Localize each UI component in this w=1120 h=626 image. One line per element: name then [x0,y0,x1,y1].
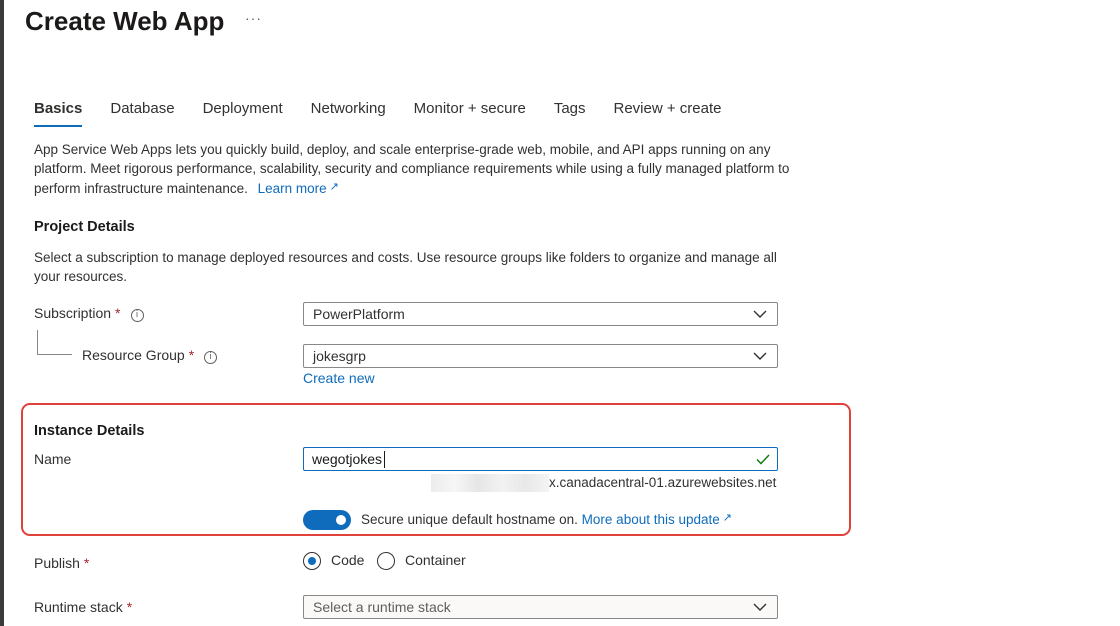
info-icon[interactable]: i [204,351,218,364]
publish-code-label[interactable]: Code [331,552,364,568]
project-details-heading: Project Details [34,219,135,235]
tab-monitor-secure[interactable]: Monitor + secure [414,99,526,129]
tab-deployment[interactable]: Deployment [203,99,283,129]
redacted-hostname-prefix [431,474,549,492]
required-marker: * [188,347,195,363]
more-options-button[interactable]: ··· [245,10,262,26]
more-about-update-link[interactable]: More about this update ↗︎ [582,512,732,527]
runtime-stack-dropdown[interactable]: Select a runtime stack [303,595,778,619]
intro-text: App Service Web Apps lets you quickly bu… [34,142,790,196]
learn-more-label: Learn more [257,181,327,196]
hostname-suffix: x.canadacentral-01.azurewebsites.net [549,475,777,490]
tree-connector [37,354,72,355]
chevron-down-icon [753,310,767,318]
tree-connector [37,330,38,354]
more-about-update-label: More about this update [581,512,720,527]
required-marker: * [83,555,90,571]
radio-dot [308,557,316,565]
window-edge [0,0,4,626]
subscription-value: PowerPlatform [313,306,405,322]
tab-basics[interactable]: Basics [34,99,83,129]
publish-label: Publish * [34,555,89,571]
chevron-down-icon [753,603,767,611]
tab-tags[interactable]: Tags [554,99,586,129]
required-marker: * [115,305,121,321]
secure-hostname-label: Secure unique default hostname on. [361,512,578,527]
learn-more-link[interactable]: Learn more ↗︎ [258,181,339,196]
secure-hostname-text: Secure unique default hostname on. More … [361,511,732,527]
publish-container-radio[interactable] [377,552,395,570]
publish-label-text: Publish [34,555,80,571]
tab-review-create[interactable]: Review + create [614,99,722,129]
resource-group-label: Resource Group * i [82,347,218,364]
external-link-icon: ↗︎ [722,512,732,524]
resource-group-dropdown[interactable]: jokesgrp [303,344,778,368]
tab-bar: Basics Database Deployment Networking Mo… [34,99,749,129]
intro-description: App Service Web Apps lets you quickly bu… [34,140,794,198]
publish-code-radio[interactable] [303,552,321,570]
name-label: Name [34,451,72,467]
runtime-stack-label-text: Runtime stack [34,599,123,615]
subscription-label-text: Subscription [34,305,112,321]
instance-details-heading: Instance Details [34,423,145,439]
checkmark-icon [756,454,770,465]
toggle-knob [336,515,346,525]
resource-group-label-text: Resource Group [82,347,185,363]
project-description: Select a subscription to manage deployed… [34,250,777,284]
chevron-down-icon [753,352,767,360]
subscription-dropdown[interactable]: PowerPlatform [303,302,778,326]
text-caret [384,451,385,468]
tab-networking[interactable]: Networking [311,99,386,129]
info-icon[interactable]: i [130,309,144,322]
external-link-icon: ↗︎ [329,181,339,193]
page-title: Create Web App [25,6,225,36]
resource-group-value: jokesgrp [313,348,366,364]
name-value: wegotjokes [312,451,383,467]
subscription-label: Subscription * i [34,305,144,322]
tab-database[interactable]: Database [110,99,174,129]
runtime-stack-label: Runtime stack * [34,599,132,615]
runtime-stack-placeholder: Select a runtime stack [313,599,451,615]
secure-hostname-toggle[interactable] [303,510,351,530]
name-input[interactable]: wegotjokes [303,447,778,471]
publish-container-label[interactable]: Container [405,552,466,568]
create-new-link[interactable]: Create new [303,370,375,386]
required-marker: * [126,599,133,615]
